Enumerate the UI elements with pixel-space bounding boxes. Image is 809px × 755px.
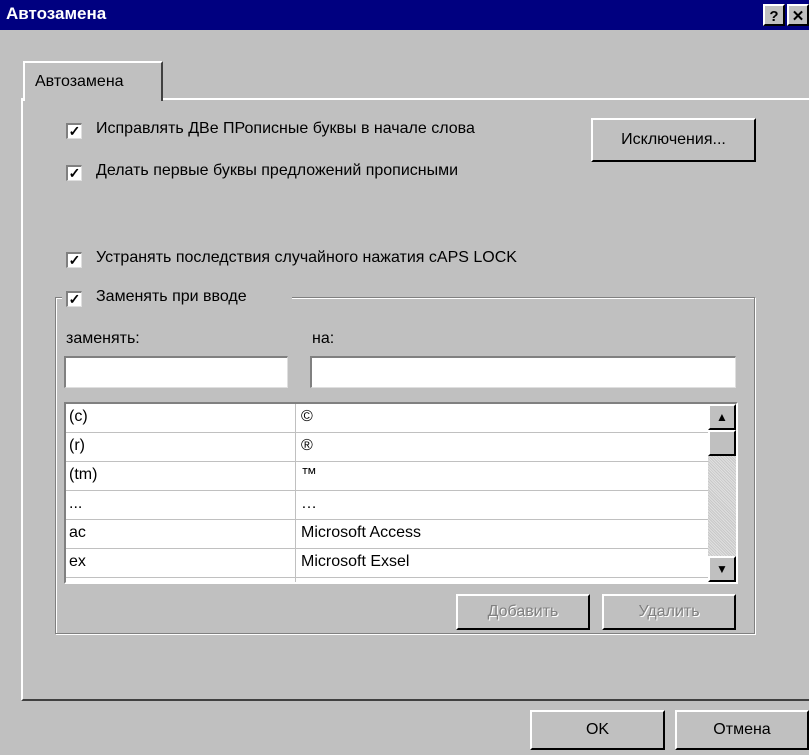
first-letter-label[interactable]: Делать первые буквы предложений прописны… [96, 162, 458, 180]
cancel-button-label: Отмена [713, 721, 771, 738]
with-field-label: на: [312, 330, 335, 347]
list-item-to: Microsoft Access [301, 524, 422, 541]
cancel-button[interactable]: Отмена [675, 710, 809, 750]
close-button[interactable]: ✕ [787, 4, 809, 26]
two-caps-checkbox[interactable]: ✓ [66, 123, 82, 139]
scroll-up-icon[interactable]: ▲ [708, 404, 736, 430]
list-item-from: (r) [69, 437, 85, 454]
list-item[interactable]: (c) © [66, 404, 708, 433]
list-item[interactable]: ... … [66, 491, 708, 520]
help-button[interactable]: ? [763, 4, 785, 26]
list-scrollbar[interactable]: ▲ ▼ [708, 404, 736, 582]
list-item-to: Microsoft Exsel [301, 553, 410, 570]
exceptions-button[interactable]: Исключения... [591, 118, 756, 162]
replacement-list[interactable]: (c) © (r) ® (tm) ™ ... … ac Microsoft Ac… [64, 402, 738, 584]
with-input[interactable] [310, 356, 736, 388]
list-item[interactable]: (r) ® [66, 433, 708, 462]
caps-lock-checkbox[interactable]: ✓ [66, 252, 82, 268]
list-item-from: ex [69, 553, 86, 570]
add-button-label: Добавить [487, 603, 559, 620]
delete-button[interactable]: Удалить [602, 594, 736, 630]
list-item[interactable]: ex Microsoft Exsel [66, 549, 708, 578]
caps-lock-label[interactable]: Устранять последствия случайного нажатия… [96, 249, 517, 267]
first-letter-checkbox[interactable]: ✓ [66, 165, 82, 181]
delete-button-label: Удалить [638, 603, 700, 620]
list-item-from: (c) [69, 408, 88, 425]
list-item-from: ... [69, 495, 83, 512]
replace-field-label: заменять: [66, 330, 140, 347]
list-item-from: ac [69, 524, 86, 541]
replace-on-type-label[interactable]: Заменять при вводе [96, 288, 247, 306]
list-item-to: © [301, 408, 313, 425]
list-item-to: ® [301, 437, 313, 454]
list-item-to: … [301, 495, 317, 512]
list-item-to: ™ [301, 466, 317, 483]
tab-label: Автозамена [35, 73, 124, 90]
ok-button-label: OK [585, 721, 610, 738]
replace-on-type-checkbox[interactable]: ✓ [66, 291, 82, 307]
ok-button[interactable]: OK [530, 710, 665, 750]
scroll-thumb[interactable] [708, 430, 736, 456]
window-title: Автозамена [6, 4, 107, 23]
replace-input[interactable] [64, 356, 288, 388]
scroll-down-icon[interactable]: ▼ [708, 556, 736, 582]
list-item[interactable]: (tm) ™ [66, 462, 708, 491]
add-button[interactable]: Добавить [456, 594, 590, 630]
title-bar: Автозамена ? ✕ [0, 0, 809, 30]
exceptions-button-label: Исключения... [621, 131, 726, 148]
two-caps-label[interactable]: Исправлять ДВе ПРописные буквы в начале … [96, 120, 475, 138]
tab-autocorrect[interactable]: Автозамена [23, 61, 163, 101]
list-item-from: (tm) [69, 466, 98, 483]
list-item[interactable]: ac Microsoft Access [66, 520, 708, 549]
